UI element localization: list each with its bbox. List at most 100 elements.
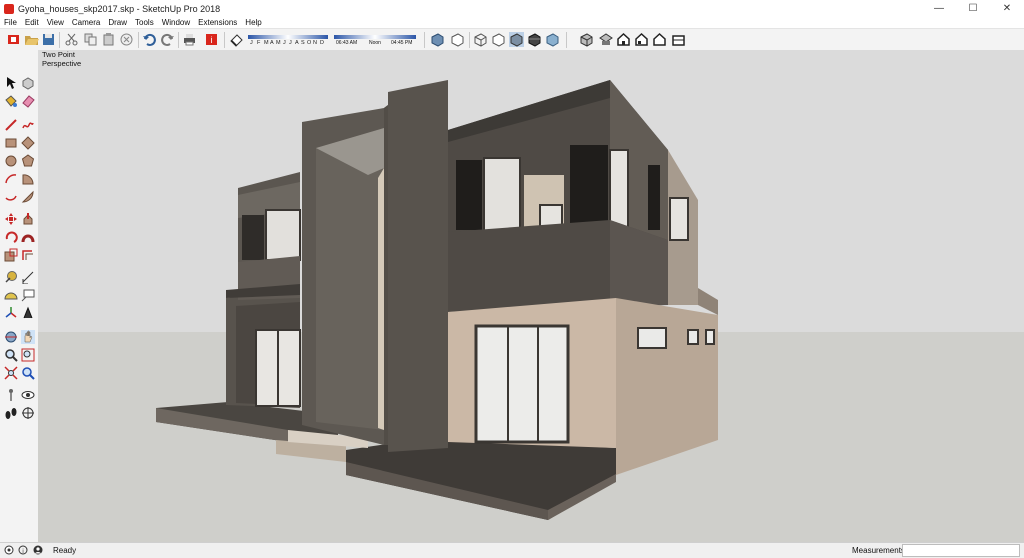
redo-icon[interactable] — [160, 32, 175, 47]
circle-icon[interactable] — [4, 154, 18, 168]
camera-mode-label: Perspective — [42, 59, 82, 68]
menu-window[interactable]: Window — [158, 18, 194, 27]
zoom-window-icon[interactable] — [21, 348, 35, 362]
paste-icon[interactable] — [101, 32, 116, 47]
rotate-icon[interactable] — [4, 230, 18, 244]
zoom-extents-icon[interactable] — [4, 366, 18, 380]
erase-icon[interactable] — [119, 32, 134, 47]
menu-tools[interactable]: Tools — [131, 18, 158, 27]
status-bar: i Ready Measurements — [0, 542, 1024, 558]
text-icon[interactable] — [21, 288, 35, 302]
walk-icon[interactable] — [4, 406, 18, 420]
main-pier — [388, 80, 448, 452]
back-view-icon[interactable] — [652, 32, 667, 47]
two-point-arc-icon[interactable] — [21, 190, 35, 204]
left-toolbar — [0, 50, 39, 542]
month-label: F — [257, 40, 261, 46]
model-viewport[interactable]: Two Point Perspective — [38, 50, 1024, 542]
position-camera-icon[interactable] — [4, 388, 18, 402]
time-noon-label: Noon — [369, 40, 381, 46]
tape-measure-icon[interactable] — [4, 270, 18, 284]
look-around-icon[interactable] — [21, 388, 35, 402]
print-icon[interactable] — [182, 32, 197, 47]
time-start-label: 06:43 AM — [336, 40, 358, 46]
open-icon[interactable] — [24, 32, 39, 47]
pan-icon[interactable] — [21, 330, 35, 344]
menu-edit[interactable]: Edit — [21, 18, 43, 27]
three-point-arc-icon[interactable] — [4, 190, 18, 204]
undo-icon[interactable] — [142, 32, 157, 47]
offset-icon[interactable] — [21, 248, 35, 262]
front-view-icon[interactable] — [616, 32, 631, 47]
copy-icon[interactable] — [83, 32, 98, 47]
freehand-icon[interactable] — [21, 118, 35, 132]
scale-icon[interactable] — [4, 248, 18, 262]
arc-icon[interactable] — [4, 172, 18, 186]
wireframe-icon[interactable] — [473, 32, 488, 47]
zoom-icon[interactable] — [4, 348, 18, 362]
camera-mode-label: Two Point — [42, 50, 75, 59]
measurements-label: Measurements — [852, 546, 905, 555]
component-icon[interactable] — [21, 76, 35, 90]
menu-bar: File Edit View Camera Draw Tools Window … — [0, 17, 1024, 28]
month-label: A — [295, 40, 299, 46]
axes-icon[interactable] — [4, 306, 18, 320]
menu-help[interactable]: Help — [241, 18, 265, 27]
month-label: J — [283, 40, 286, 46]
month-label: O — [307, 40, 312, 46]
back-edges-icon[interactable] — [450, 32, 465, 47]
select-icon[interactable] — [4, 76, 18, 90]
paint-bucket-icon[interactable] — [4, 94, 18, 108]
decorative-screen-left — [456, 160, 482, 230]
shaded-icon[interactable] — [509, 32, 524, 47]
hidden-line-icon[interactable] — [491, 32, 506, 47]
right-view-icon[interactable] — [634, 32, 649, 47]
menu-file[interactable]: File — [0, 18, 21, 27]
3d-text-icon[interactable] — [21, 306, 35, 320]
orbit-icon[interactable] — [4, 330, 18, 344]
close-button[interactable]: ✕ — [990, 0, 1024, 17]
polygon-icon[interactable] — [21, 154, 35, 168]
rotated-rect-icon[interactable] — [21, 136, 35, 150]
month-label: M — [276, 40, 281, 46]
menu-camera[interactable]: Camera — [68, 18, 104, 27]
protractor-icon[interactable] — [4, 288, 18, 302]
section-plane-icon[interactable] — [21, 406, 35, 420]
month-label: M — [264, 40, 269, 46]
menu-view[interactable]: View — [43, 18, 68, 27]
pie-icon[interactable] — [21, 172, 35, 186]
menu-extensions[interactable]: Extensions — [194, 18, 241, 27]
push-pull-icon[interactable] — [21, 212, 35, 226]
getting-started-icon[interactable] — [6, 32, 21, 47]
sketchup-logo-icon — [4, 3, 14, 14]
line-icon[interactable] — [4, 118, 18, 132]
save-icon[interactable] — [41, 32, 56, 47]
monochrome-icon[interactable] — [545, 32, 560, 47]
menu-draw[interactable]: Draw — [104, 18, 131, 27]
top-toolbar: i J F M A M J J A S O N D 06:43 AM Noon … — [0, 28, 1024, 52]
maximize-button[interactable]: ☐ — [956, 0, 990, 17]
iso-view-icon[interactable] — [579, 32, 594, 47]
shadow-toggle-icon[interactable] — [229, 32, 244, 47]
cut-icon[interactable] — [64, 32, 79, 47]
shadow-time-slider[interactable]: 06:43 AM Noon 04:45 PM — [334, 35, 416, 46]
geolocation-icon[interactable] — [4, 545, 14, 555]
minimize-button[interactable]: — — [922, 0, 956, 17]
measurements-input[interactable] — [902, 544, 1020, 557]
follow-me-icon[interactable] — [21, 230, 35, 244]
xray-icon[interactable] — [430, 32, 445, 47]
svg-text:i: i — [211, 35, 213, 45]
previous-view-icon[interactable] — [21, 366, 35, 380]
model-info-icon[interactable]: i — [204, 32, 219, 47]
shadow-date-slider[interactable]: J F M A M J J A S O N D — [248, 35, 328, 46]
top-view-icon[interactable] — [598, 32, 613, 47]
rectangle-icon[interactable] — [4, 136, 18, 150]
move-icon[interactable] — [4, 212, 18, 226]
left-view-icon[interactable] — [671, 32, 686, 47]
shaded-texture-icon[interactable] — [527, 32, 542, 47]
eraser-icon[interactable] — [21, 94, 35, 108]
dimension-icon[interactable] — [21, 270, 35, 284]
window-controls: — ☐ ✕ — [922, 0, 1024, 17]
user-icon[interactable] — [33, 545, 43, 555]
credits-icon[interactable]: i — [18, 545, 28, 555]
